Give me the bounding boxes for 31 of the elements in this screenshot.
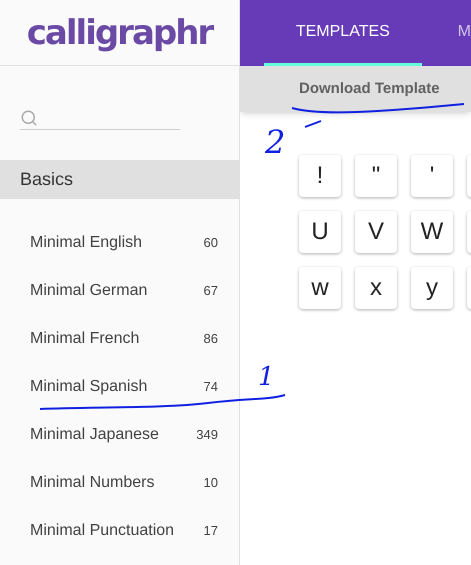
template-count: 86 xyxy=(204,330,218,348)
character-tile[interactable]: w xyxy=(299,267,341,309)
template-count: 349 xyxy=(196,426,218,444)
template-name[interactable]: Minimal German xyxy=(30,279,148,303)
template-count: 10 xyxy=(204,474,218,492)
character-tile[interactable]: V xyxy=(355,211,397,253)
character-tile[interactable]: " xyxy=(355,155,397,197)
annotation-number: 1 xyxy=(258,364,275,390)
template-count: 60 xyxy=(204,234,218,252)
template-name[interactable]: Minimal French xyxy=(30,327,140,351)
annotation-stroke xyxy=(303,119,323,129)
template-count: 17 xyxy=(204,522,218,540)
character-tile[interactable]: x xyxy=(355,267,397,309)
download-template-button[interactable]: Download Template xyxy=(299,78,440,100)
logo: calligraphr xyxy=(26,16,212,50)
template-count: 67 xyxy=(204,282,218,300)
character-tile[interactable]: ! xyxy=(299,155,341,197)
template-name[interactable]: Minimal Numbers xyxy=(30,471,154,495)
template-name[interactable]: Minimal Spanish xyxy=(30,375,148,399)
nav-tab[interactable]: M xyxy=(422,0,471,66)
template-name[interactable]: Minimal Japanese xyxy=(30,423,159,447)
search-icon xyxy=(20,108,38,126)
template-count: 74 xyxy=(204,378,218,396)
section-header: Basics xyxy=(0,160,239,199)
annotation-number: 2 xyxy=(265,126,286,158)
character-tile[interactable]: y xyxy=(411,267,453,309)
template-name[interactable]: Minimal Punctuation xyxy=(30,519,174,543)
character-tile[interactable]: W xyxy=(411,211,453,253)
template-name[interactable]: Minimal English xyxy=(30,231,142,255)
character-tile[interactable]: U xyxy=(299,211,341,253)
character-tile[interactable]: ' xyxy=(411,155,453,197)
